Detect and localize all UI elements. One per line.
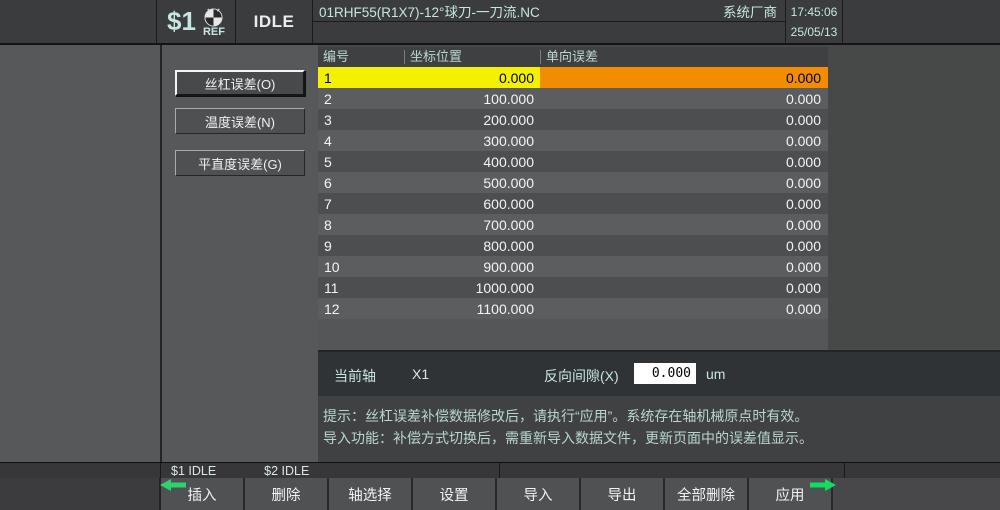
channel1-status: $1 IDLE <box>171 464 216 478</box>
table-row[interactable]: 6500.0000.000 <box>318 172 828 193</box>
softkey-axis-select[interactable]: 轴选择 <box>329 478 413 510</box>
column-header-position: 坐标位置 <box>404 50 540 64</box>
softkey-import[interactable]: 导入 <box>497 478 581 510</box>
channel2-status: $2 IDLE <box>264 464 309 478</box>
coordinate-position-cell: 1100.000 <box>404 298 540 319</box>
table-row[interactable]: 8700.0000.000 <box>318 214 828 235</box>
table-row[interactable]: 3200.0000.000 <box>318 109 828 130</box>
table-row[interactable]: 7600.0000.000 <box>318 193 828 214</box>
current-axis-value: X1 <box>412 366 429 382</box>
unidirectional-error-cell: 0.000 <box>540 298 828 319</box>
sidebar-buttons: 丝杠误差(O) 温度误差(N) 平直度误差(G) <box>175 70 305 176</box>
hint-area: 提示：丝杠误差补偿数据修改后，请执行“应用”。系统存在轴机械原点时有效。 导入功… <box>318 396 1000 464</box>
table-row[interactable]: 2100.0000.000 <box>318 88 828 109</box>
row-number-cell: 9 <box>318 235 404 256</box>
coordinate-position-cell: 0.000 <box>404 67 540 88</box>
table-rows: 10.0000.0002100.0000.0003200.0000.000430… <box>318 67 828 319</box>
status-bar: $1 IDLE $2 IDLE <box>0 462 1000 478</box>
softkey-delete[interactable]: 删除 <box>245 478 329 510</box>
row-number-cell: 1 <box>318 67 404 88</box>
row-number-cell: 4 <box>318 130 404 151</box>
backlash-label: 反向间隙(X) <box>544 366 619 386</box>
backlash-unit: um <box>706 366 725 382</box>
table-row[interactable]: 10.0000.000 <box>318 67 828 88</box>
unidirectional-error-cell: 0.000 <box>540 151 828 172</box>
top-bar: $1 REF IDLE 01RHF55(R1X7)-12°球刀-一刀流.NC 系… <box>0 0 1000 45</box>
top-bar-blank-right <box>843 0 1000 43</box>
sidebar-button-temperature-error[interactable]: 温度误差(N) <box>175 108 305 134</box>
coordinate-position-cell: 500.000 <box>404 172 540 193</box>
row-number-cell: 7 <box>318 193 404 214</box>
softkey-row: 插入删除轴选择设置导入导出全部删除应用 <box>0 478 1000 510</box>
table-row[interactable]: 9800.0000.000 <box>318 235 828 256</box>
unidirectional-error-cell: 0.000 <box>540 67 828 88</box>
clock-time: 17:45:06 <box>791 2 838 22</box>
coordinate-position-cell: 800.000 <box>404 235 540 256</box>
coordinate-position-cell: 600.000 <box>404 193 540 214</box>
unidirectional-error-cell: 0.000 <box>540 277 828 298</box>
coordinate-position-cell: 1000.000 <box>404 277 540 298</box>
top-bar-blank-left <box>0 0 157 43</box>
channel-label: $1 <box>167 6 196 37</box>
ref-label: REF <box>203 26 225 38</box>
unidirectional-error-cell: 0.000 <box>540 109 828 130</box>
unidirectional-error-cell: 0.000 <box>540 172 828 193</box>
reference-point-icon <box>204 8 223 27</box>
column-header-error: 单向误差 <box>540 50 828 64</box>
row-number-cell: 3 <box>318 109 404 130</box>
current-axis-label: 当前轴 <box>334 366 376 386</box>
row-number-cell: 11 <box>318 277 404 298</box>
table-row[interactable]: 111000.0000.000 <box>318 277 828 298</box>
program-title: 01RHF55(R1X7)-12°球刀-一刀流.NC <box>319 1 540 21</box>
softkey-settings[interactable]: 设置 <box>413 478 497 510</box>
row-number-cell: 2 <box>318 88 404 109</box>
clock-date: 25/05/13 <box>791 22 838 42</box>
coordinate-position-cell: 900.000 <box>404 256 540 277</box>
coordinate-position-cell: 200.000 <box>404 109 540 130</box>
axis-row: 当前轴 X1 反向间隙(X) um <box>318 352 1000 396</box>
unidirectional-error-cell: 0.000 <box>540 193 828 214</box>
mode-label: IDLE <box>236 0 313 43</box>
unidirectional-error-cell: 0.000 <box>540 256 828 277</box>
row-number-cell: 12 <box>318 298 404 319</box>
coordinate-position-cell: 300.000 <box>404 130 540 151</box>
clock-cell: 17:45:06 25/05/13 <box>786 0 843 43</box>
row-number-cell: 6 <box>318 172 404 193</box>
table-header: 编号 坐标位置 单向误差 <box>318 47 828 67</box>
page-left-arrow-icon[interactable] <box>160 479 186 491</box>
table-row[interactable]: 10900.0000.000 <box>318 256 828 277</box>
unidirectional-error-cell: 0.000 <box>540 235 828 256</box>
unidirectional-error-cell: 0.000 <box>540 88 828 109</box>
channel-cell: $1 REF <box>157 0 236 43</box>
program-title-cell: 01RHF55(R1X7)-12°球刀-一刀流.NC 系统厂商 <box>313 0 786 43</box>
coordinate-position-cell: 100.000 <box>404 88 540 109</box>
hint-line-2: 导入功能：补偿方式切换后，需重新导入数据文件，更新页面中的误差值显示。 <box>323 427 1000 449</box>
table-row[interactable]: 4300.0000.000 <box>318 130 828 151</box>
bottom-panel: 当前轴 X1 反向间隙(X) um 提示：丝杠误差补偿数据修改后，请执行“应用”… <box>318 350 1000 462</box>
unidirectional-error-cell: 0.000 <box>540 130 828 151</box>
table-empty-area <box>318 319 828 350</box>
compensation-table: 编号 坐标位置 单向误差 10.0000.0002100.0000.000320… <box>318 47 828 319</box>
column-header-number: 编号 <box>318 50 404 64</box>
sidebar-button-straightness-error[interactable]: 平直度误差(G) <box>175 150 305 176</box>
backlash-input[interactable] <box>634 363 696 384</box>
softkey-export[interactable]: 导出 <box>581 478 665 510</box>
unidirectional-error-cell: 0.000 <box>540 214 828 235</box>
row-number-cell: 8 <box>318 214 404 235</box>
softkey-bar: 插入删除轴选择设置导入导出全部删除应用 <box>161 478 833 510</box>
row-number-cell: 10 <box>318 256 404 277</box>
softkey-delete-all[interactable]: 全部删除 <box>665 478 749 510</box>
table-row[interactable]: 5400.0000.000 <box>318 151 828 172</box>
row-number-cell: 5 <box>318 151 404 172</box>
table-row[interactable]: 121100.0000.000 <box>318 298 828 319</box>
coordinate-position-cell: 400.000 <box>404 151 540 172</box>
page-right-arrow-icon[interactable] <box>810 479 836 491</box>
sidebar-button-screw-error[interactable]: 丝杠误差(O) <box>175 70 305 96</box>
hint-line-1: 提示：丝杠误差补偿数据修改后，请执行“应用”。系统存在轴机械原点时有效。 <box>323 405 1000 427</box>
coordinate-position-cell: 700.000 <box>404 214 540 235</box>
vendor-label: 系统厂商 <box>723 1 777 21</box>
